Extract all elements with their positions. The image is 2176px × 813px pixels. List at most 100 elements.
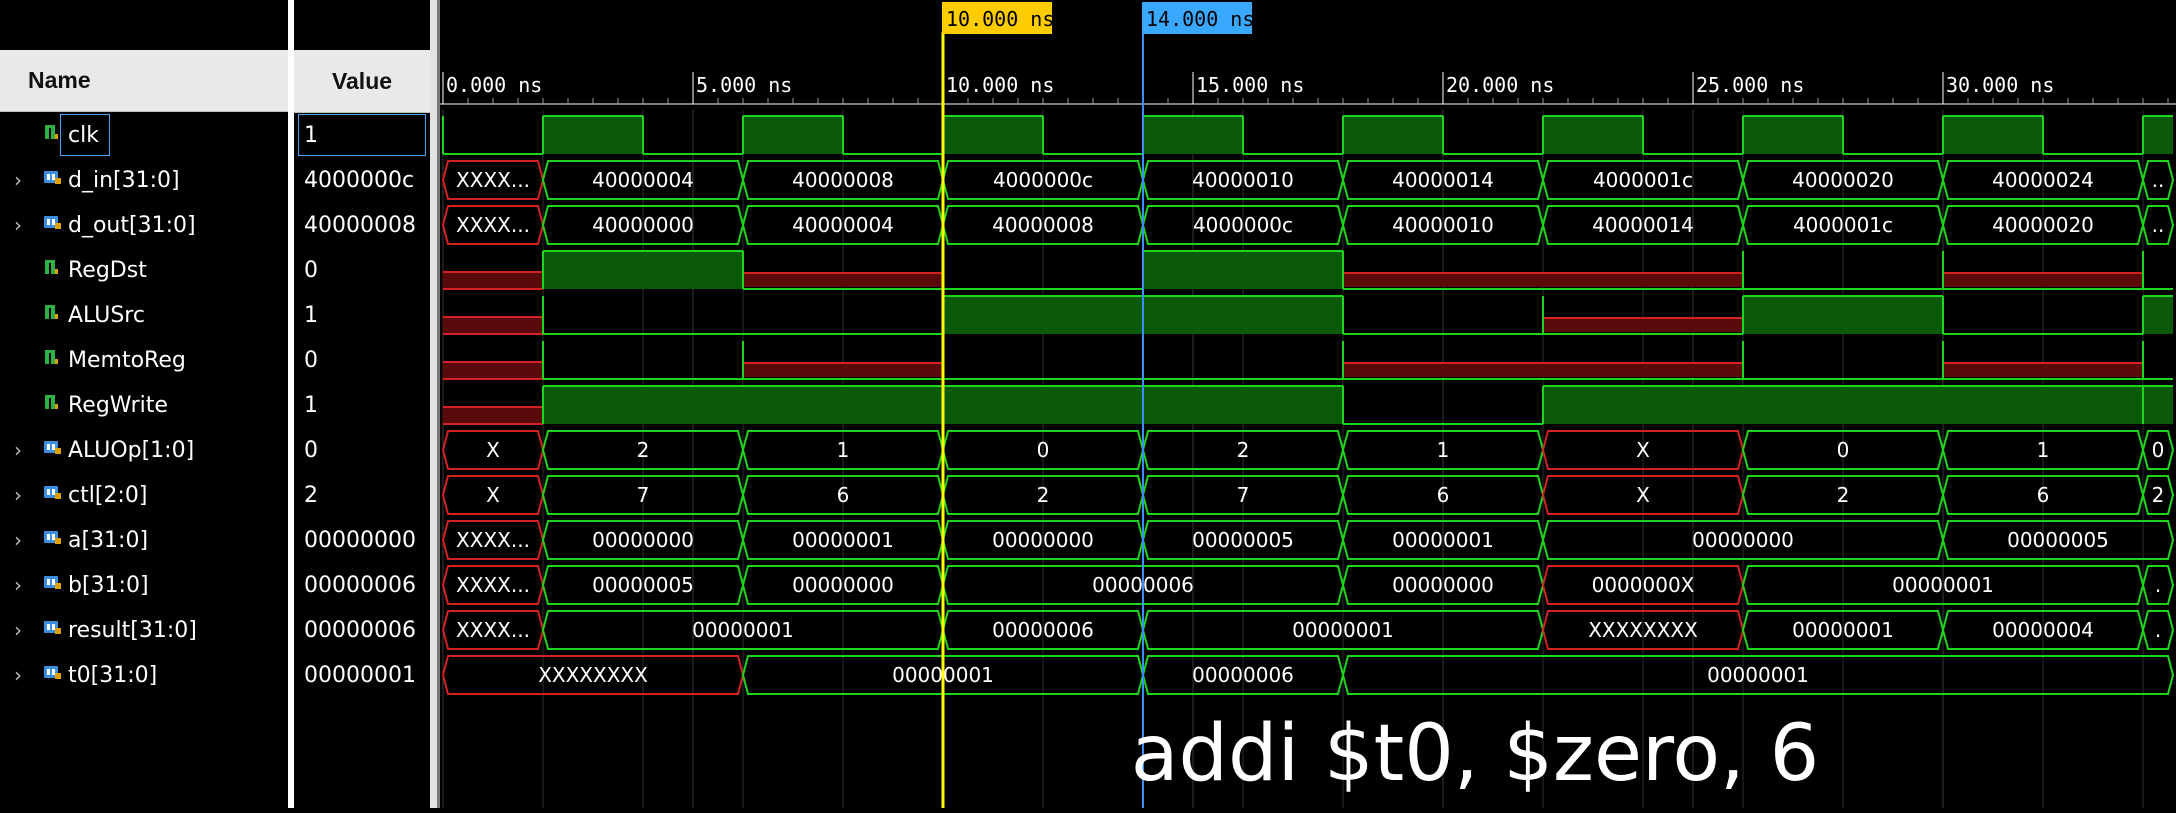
- wave-unknown-fill: [443, 407, 543, 424]
- bus-value-label: 00000006: [1192, 663, 1294, 687]
- bus-value-label: 4000001c: [1593, 168, 1693, 192]
- wave-high-fill: [943, 116, 1043, 154]
- value-wave-splitter[interactable]: [430, 0, 437, 808]
- expand-chevron-icon[interactable]: ›: [14, 483, 22, 507]
- bus-value-label: 2: [637, 438, 650, 462]
- bus-value-label: 00000005: [2007, 528, 2109, 552]
- bus-value-label: 2: [1237, 438, 1250, 462]
- bus-value-label: 0: [1037, 438, 1050, 462]
- signal-row[interactable]: › t0[31:0]: [0, 654, 288, 696]
- bus-value-label: XXXX...: [456, 573, 530, 597]
- bus-value-label: 40000014: [1392, 168, 1494, 192]
- bus-value-label: 7: [1237, 483, 1250, 507]
- ruler-tick-label: 5.000 ns: [696, 73, 792, 97]
- bus-value-label: X: [486, 483, 500, 507]
- bus-value-label: 40000008: [792, 168, 894, 192]
- value-column-header[interactable]: Value: [294, 50, 430, 113]
- bus-value-label: 2: [1837, 483, 1850, 507]
- bus-value-label: 40000020: [1792, 168, 1894, 192]
- wave-unknown-fill: [1543, 318, 1743, 332]
- signal-value: 2: [304, 482, 318, 508]
- signal-value: 4000000c: [304, 167, 415, 193]
- waveform-canvas[interactable]: 0.000 ns 5.000 ns 10.000 ns 15.000 ns 20.000…: [440, 0, 2176, 808]
- wave-high-fill: [1143, 251, 1343, 289]
- name-column-label: Name: [28, 67, 91, 93]
- bus-value-label: 0000000X: [1592, 573, 1695, 597]
- signal-row[interactable]: › ctl[2:0]: [0, 474, 288, 516]
- bus-value-label: 6: [1437, 483, 1450, 507]
- bus-value-label: XXXXXXXX: [1588, 618, 1698, 642]
- signal-value: 0: [304, 347, 318, 373]
- wave-high-fill: [2143, 386, 2173, 424]
- bus-value-label: 40000010: [1392, 213, 1494, 237]
- signal-name: a[31:0]: [68, 527, 149, 553]
- wave-high-fill: [1543, 116, 1643, 154]
- signal-row[interactable]: clk: [0, 114, 288, 156]
- bus-signal-icon: [42, 571, 64, 599]
- bus-value-label: 4000000c: [993, 168, 1093, 192]
- bus-value-label: 00000001: [1892, 573, 1994, 597]
- expand-chevron-icon[interactable]: ›: [14, 663, 22, 687]
- wave-unknown-fill: [743, 363, 943, 377]
- bit-signal-icon: [42, 391, 60, 419]
- bus-value-label: XXXX...: [456, 168, 530, 192]
- expand-chevron-icon[interactable]: ›: [14, 573, 22, 597]
- signal-name: ctl[2:0]: [68, 482, 148, 508]
- signal-value: 0: [304, 257, 318, 283]
- bus-value-label: 40000024: [1992, 168, 2094, 192]
- bus-value-label: 0: [2152, 438, 2165, 462]
- bus-value-label: 00000004: [1992, 618, 2094, 642]
- signal-row[interactable]: › ALUOp[1:0]: [0, 429, 288, 471]
- bus-signal-icon: [42, 436, 64, 464]
- signal-row[interactable]: › a[31:0]: [0, 519, 288, 561]
- signal-row[interactable]: › b[31:0]: [0, 564, 288, 606]
- bus-value-label: 40000008: [992, 213, 1094, 237]
- signal-row[interactable]: ALUSrc: [0, 294, 288, 336]
- signal-name: b[31:0]: [68, 572, 149, 598]
- wave-unknown-fill: [1343, 273, 1743, 287]
- wave-high-fill: [2143, 116, 2173, 154]
- expand-chevron-icon[interactable]: ›: [14, 438, 22, 462]
- bus-signal-icon: [42, 661, 64, 689]
- bus-signal-icon: [42, 526, 64, 554]
- bus-value-label: 00000000: [1392, 573, 1494, 597]
- signal-row[interactable]: › d_in[31:0]: [0, 159, 288, 201]
- bus-value-label: .: [2155, 573, 2161, 597]
- bus-signal-icon: [42, 211, 64, 239]
- signal-row[interactable]: › result[31:0]: [0, 609, 288, 651]
- bus-value-label: ..: [2152, 213, 2165, 237]
- signal-row[interactable]: › d_out[31:0]: [0, 204, 288, 246]
- signal-row[interactable]: RegWrite: [0, 384, 288, 426]
- waveform-viewer[interactable]: 0.000 ns 5.000 ns 10.000 ns 15.000 ns 20.000…: [440, 0, 2176, 808]
- name-column-header[interactable]: Name: [0, 50, 288, 112]
- signal-row[interactable]: MemtoReg: [0, 339, 288, 381]
- bus-value-label: 00000001: [1707, 663, 1809, 687]
- signal-value: 1: [304, 392, 318, 418]
- signal-row[interactable]: RegDst: [0, 249, 288, 291]
- signal-name: d_in[31:0]: [68, 167, 180, 193]
- bus-value-label: 40000004: [792, 213, 894, 237]
- bus-value-label: 4000001c: [1793, 213, 1893, 237]
- expand-chevron-icon[interactable]: ›: [14, 528, 22, 552]
- time-marker-label: 10.000 ns: [946, 7, 1054, 31]
- bus-value-label: ..: [2152, 168, 2165, 192]
- signal-name: RegWrite: [68, 392, 168, 418]
- bus-value-label: 6: [837, 483, 850, 507]
- bus-value-label: 00000001: [692, 618, 794, 642]
- signal-name: RegDst: [68, 257, 147, 283]
- expand-chevron-icon[interactable]: ›: [14, 618, 22, 642]
- bus-value-label: 40000010: [1192, 168, 1294, 192]
- bus-value-label: 00000000: [992, 528, 1094, 552]
- bus-value-label: 00000000: [792, 573, 894, 597]
- wave-unknown-fill: [443, 362, 543, 379]
- expand-chevron-icon[interactable]: ›: [14, 213, 22, 237]
- bus-value-label: 00000001: [1392, 528, 1494, 552]
- name-value-splitter[interactable]: [288, 0, 294, 808]
- ruler-tick-label: 20.000 ns: [1446, 73, 1554, 97]
- expand-chevron-icon[interactable]: ›: [14, 168, 22, 192]
- bit-signal-icon: [42, 346, 60, 374]
- ruler-tick-label: 0.000 ns: [446, 73, 542, 97]
- bus-value-label: 00000000: [1692, 528, 1794, 552]
- bus-signal-icon: [42, 166, 64, 194]
- bus-value-label: .: [2155, 618, 2161, 642]
